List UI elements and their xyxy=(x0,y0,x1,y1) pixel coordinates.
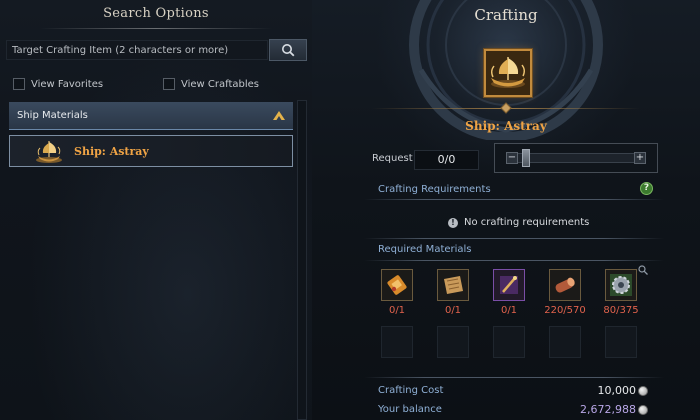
map-icon xyxy=(444,276,463,294)
section-divider xyxy=(364,199,664,200)
view-craftables-label: View Craftables xyxy=(181,78,260,90)
material-slot-timber[interactable] xyxy=(549,269,581,301)
view-favorites-toggle[interactable]: View Favorites xyxy=(13,78,103,90)
crafting-requirements-label: Crafting Requirements xyxy=(378,184,491,195)
crafted-item-name: Ship: Astray xyxy=(465,119,547,133)
empty-material-slot xyxy=(381,326,413,358)
info-icon: ! xyxy=(448,217,458,228)
silver-coin-icon xyxy=(638,386,648,396)
category-ship-materials[interactable]: Ship Materials xyxy=(9,102,293,130)
view-craftables-toggle[interactable]: View Craftables xyxy=(163,78,259,90)
crafting-title: Crafting xyxy=(474,6,538,24)
crafting-panel: Crafting Ship: Astray Request 0/0 − + Cr… xyxy=(312,0,700,420)
help-icon[interactable]: ? xyxy=(640,182,653,195)
view-favorites-checkbox[interactable] xyxy=(13,78,25,90)
material-count: 0/1 xyxy=(388,305,406,316)
empty-material-slot xyxy=(549,326,581,358)
view-favorites-label: View Favorites xyxy=(31,78,104,90)
decrease-button[interactable]: − xyxy=(506,152,518,164)
search-icon xyxy=(282,44,295,57)
gear-icon xyxy=(610,274,632,296)
search-options-title: Search Options xyxy=(103,6,209,21)
material-count: 0/1 xyxy=(500,305,518,316)
empty-material-slot xyxy=(437,326,469,358)
request-quantity-field[interactable]: 0/0 xyxy=(414,150,479,170)
section-divider xyxy=(364,377,664,378)
no-requirements-message: ! No crafting requirements xyxy=(448,217,589,228)
crafted-item-slot[interactable] xyxy=(484,49,532,97)
balance-value: 2,672,988 xyxy=(580,403,636,416)
material-slot-gear[interactable] xyxy=(605,269,637,301)
search-button[interactable] xyxy=(269,39,307,61)
crafting-cost-value: 10,000 xyxy=(597,384,637,397)
material-slot-scroll[interactable] xyxy=(381,269,413,301)
title-divider xyxy=(40,28,272,29)
no-requirements-text: No crafting requirements xyxy=(464,217,590,228)
ship-icon xyxy=(36,141,62,163)
list-item[interactable]: Ship: Astray xyxy=(9,135,293,167)
category-label: Ship Materials xyxy=(17,110,88,121)
chevron-up-icon xyxy=(273,111,285,120)
material-slot-map[interactable] xyxy=(437,269,469,301)
section-divider xyxy=(364,238,664,239)
ship-icon xyxy=(486,51,530,95)
required-materials-label: Required Materials xyxy=(378,244,472,255)
magnifier-icon[interactable] xyxy=(638,265,648,275)
list-item-label: Ship: Astray xyxy=(74,144,149,158)
empty-material-slot xyxy=(605,326,637,358)
crafting-cost-label: Crafting Cost xyxy=(378,385,444,396)
timber-icon xyxy=(555,277,575,293)
quantity-slider-handle[interactable] xyxy=(522,149,530,167)
empty-material-slot xyxy=(493,326,525,358)
balance-label: Your balance xyxy=(378,404,442,415)
section-divider xyxy=(364,260,664,261)
material-count: 220/570 xyxy=(544,305,586,316)
view-craftables-checkbox[interactable] xyxy=(163,78,175,90)
material-count: 80/375 xyxy=(603,305,639,316)
wand-icon xyxy=(500,276,518,294)
material-count: 0/1 xyxy=(444,305,462,316)
search-input[interactable] xyxy=(6,40,268,60)
list-scrollbar[interactable] xyxy=(297,100,307,420)
request-label: Request xyxy=(372,153,413,164)
search-panel: Search Options View Favorites View Craft… xyxy=(0,0,312,420)
increase-button[interactable]: + xyxy=(634,152,646,164)
scroll-icon xyxy=(387,275,407,295)
material-slot-wand[interactable] xyxy=(493,269,525,301)
silver-coin-icon xyxy=(638,405,648,415)
